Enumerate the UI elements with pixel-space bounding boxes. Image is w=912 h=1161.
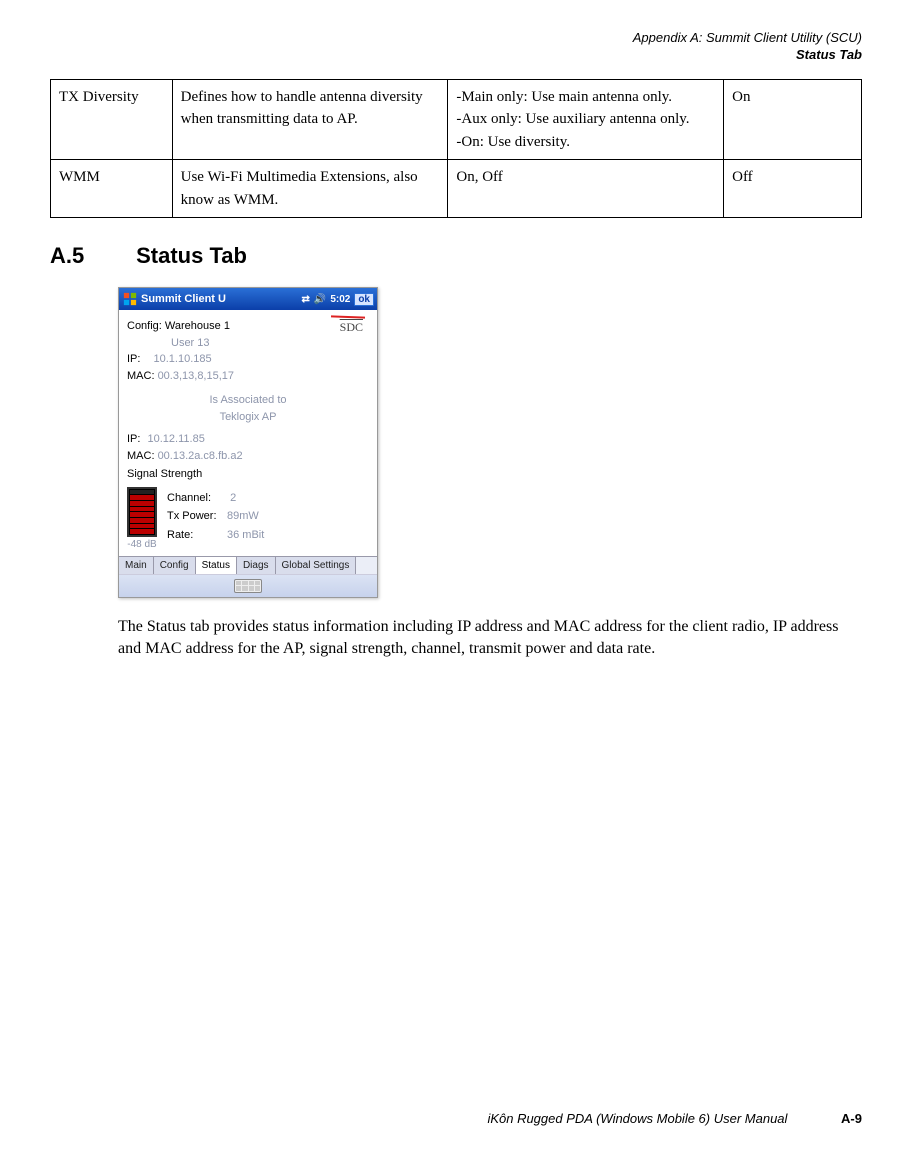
client-mac-row: MAC: 00.3,13,8,15,17 [127,368,369,385]
txpower-value: 89mW [227,510,259,522]
ip-label: IP: [127,353,140,365]
tab-bar: Main Config Status Diags Global Settings [119,556,377,575]
ap-mac-value: 00.13.2a.c8.fb.a2 [158,450,243,462]
signal-meter-wrap: -48 dB [127,487,157,550]
ap-mac-label: MAC: [127,450,155,462]
mac-label: MAC: [127,370,155,382]
signal-heading: Signal Strength [127,466,369,483]
header-section: Status Tab [50,47,862,64]
cell-name: TX Diversity [51,79,173,160]
header-appendix: Appendix A: Summit Client Utility (SCU) [50,30,862,47]
rate-label: Rate: [167,526,227,545]
cell-options: -Main only: Use main antenna only. -Aux … [448,79,724,160]
footer-text: iKôn Rugged PDA (Windows Mobile 6) User … [487,1111,787,1126]
keyboard-icon[interactable] [234,579,262,593]
client-ip-value: 10.1.10.185 [154,353,212,365]
section-title: Status Tab [136,243,247,268]
windows-start-icon[interactable] [122,291,138,307]
page-number: A-9 [841,1111,862,1126]
signal-meter-icon [127,487,157,537]
ok-button[interactable]: ok [354,293,374,306]
txpower-label: Tx Power: [167,507,227,526]
ap-ip-value: 10.12.11.85 [148,433,205,445]
ap-ip-row: IP: 10.12.11.85 [127,431,369,448]
config-label: Config: [127,320,162,332]
tab-status[interactable]: Status [196,557,237,574]
body-paragraph: The Status tab provides status informati… [118,616,852,661]
screenshot-body: SDC Config: Warehouse 1 User 13 IP: 10.1… [119,310,377,556]
tab-main[interactable]: Main [119,557,154,574]
cell-default: On [724,79,862,160]
client-mac-value: 00.3,13,8,15,17 [158,370,234,382]
config-user: User 13 [127,335,369,352]
connectivity-icon[interactable]: ⇄ [301,294,309,305]
channel-label: Channel: [167,489,227,508]
cell-default: Off [724,160,862,218]
rate-value: 36 mBit [227,529,264,541]
params-table: TX Diversity Defines how to handle anten… [50,79,862,219]
client-ip-row: IP: 10.1.10.185 [127,351,369,368]
table-row: WMM Use Wi-Fi Multimedia Extensions, als… [51,160,862,218]
titlebar: Summit Client U ⇄ 🔊 5:02 ok [119,288,377,310]
sdc-logo: SDC [340,320,363,335]
cell-desc: Use Wi-Fi Multimedia Extensions, also kn… [172,160,448,218]
sip-bar [119,575,377,597]
signal-db: -48 dB [127,539,156,550]
signal-details: Channel: 2 Tx Power:89mW Rate:36 mBit [167,487,369,545]
tab-diags[interactable]: Diags [237,557,276,574]
assoc-line2: Teklogix AP [127,409,369,426]
config-value: Warehouse 1 [165,320,230,332]
section-heading: A.5 Status Tab [50,243,862,269]
assoc-line1: Is Associated to [127,392,369,409]
tab-config[interactable]: Config [154,557,196,574]
cell-name: WMM [51,160,173,218]
table-row: TX Diversity Defines how to handle anten… [51,79,862,160]
volume-icon[interactable]: 🔊 [314,294,326,305]
cell-options: On, Off [448,160,724,218]
clock: 5:02 [330,294,350,305]
tab-global-settings[interactable]: Global Settings [276,557,357,574]
ap-ip-label: IP: [127,433,140,445]
section-number: A.5 [50,243,130,269]
signal-section: -48 dB Channel: 2 Tx Power:89mW Rate:36 … [127,487,369,550]
screenshot: Summit Client U ⇄ 🔊 5:02 ok SDC Config: … [118,287,378,598]
cell-desc: Defines how to handle antenna diversity … [172,79,448,160]
page-header: Appendix A: Summit Client Utility (SCU) … [50,30,862,64]
config-row: Config: Warehouse 1 [127,318,369,335]
channel-value: 2 [230,492,236,504]
ap-mac-row: MAC: 00.13.2a.c8.fb.a2 [127,448,369,465]
window-title: Summit Client U [141,293,299,305]
page-footer: iKôn Rugged PDA (Windows Mobile 6) User … [50,1111,862,1126]
